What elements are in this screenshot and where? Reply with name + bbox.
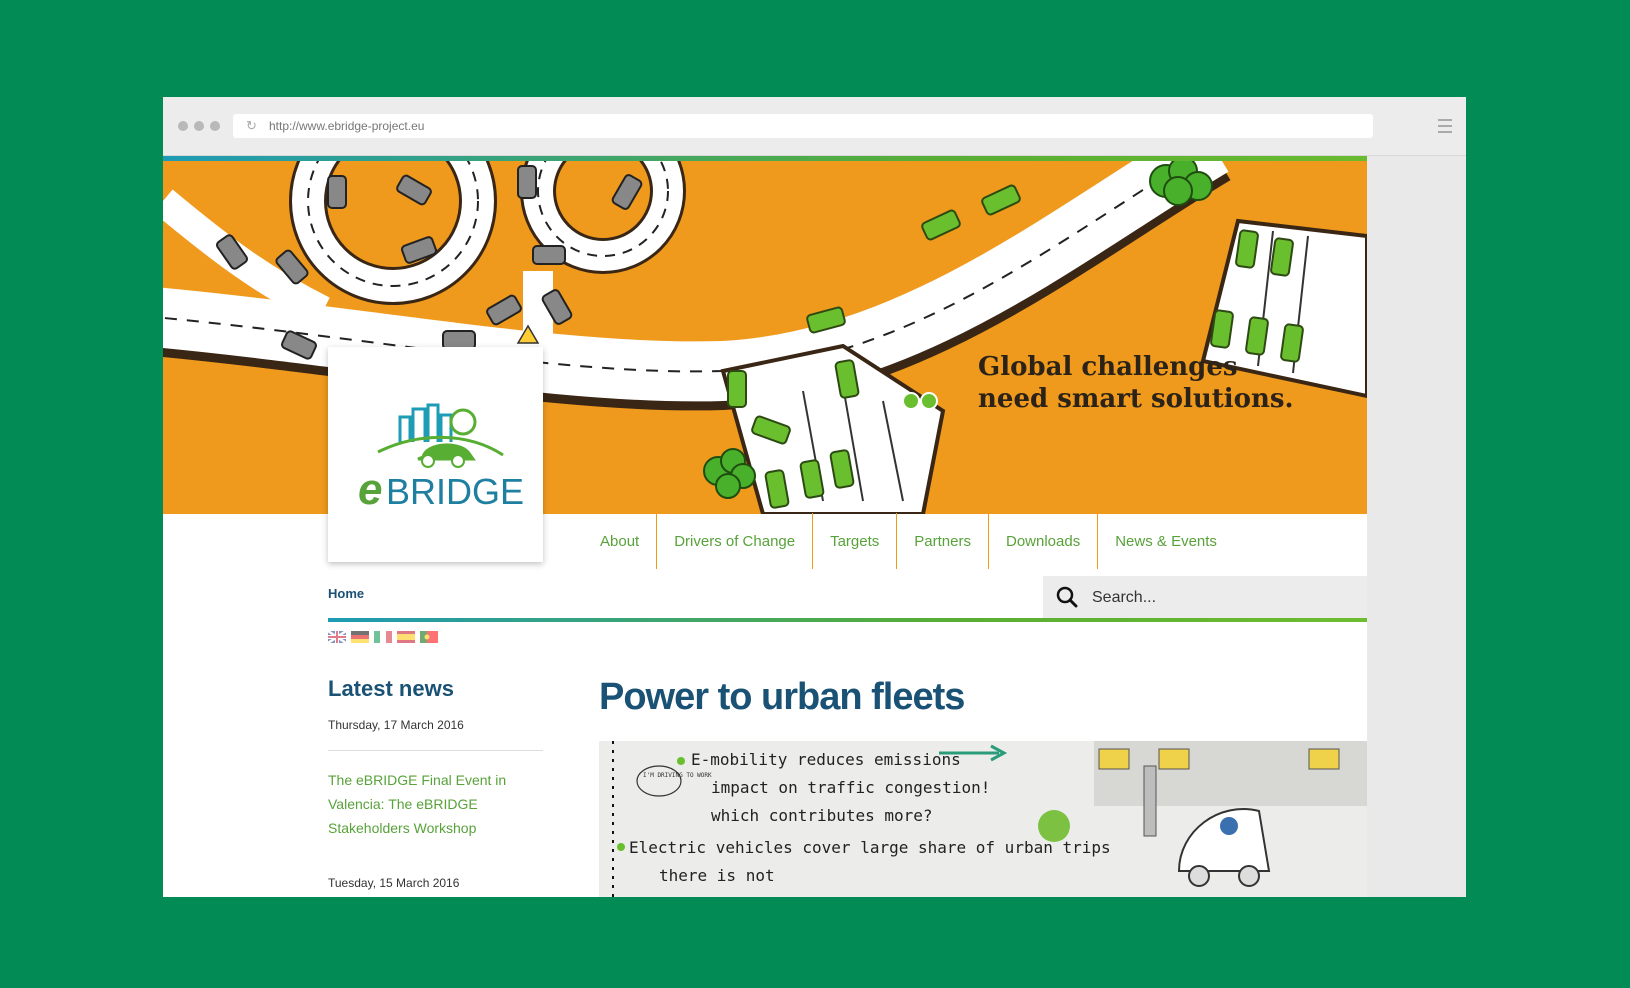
pt-flag-icon[interactable] <box>420 631 438 643</box>
it-flag-icon[interactable] <box>374 631 392 643</box>
nav-item-drivers-of-change[interactable]: Drivers of Change <box>657 513 814 569</box>
nav-item-partners[interactable]: Partners <box>897 513 989 569</box>
browser-window: ↻ http://www.ebridge-project.eu Global c… <box>163 97 1466 897</box>
search-input[interactable] <box>1090 584 1354 612</box>
tagline-line-2: need smart solutions. <box>978 384 1294 414</box>
ebridge-logo-icon: e BRIDGE <box>358 403 524 514</box>
language-selector <box>328 631 438 643</box>
tagline-line-1: Global challenges <box>978 352 1238 382</box>
news-date: Tuesday, 15 March 2016 <box>328 876 460 890</box>
website: Global challenges need smart solutions. <box>163 156 1367 897</box>
news-link[interactable]: The eBRIDGE Final Event in Valencia: The… <box>328 768 538 840</box>
news-divider <box>328 750 543 751</box>
sketch-line-1: E-mobility reduces emissions <box>691 750 961 769</box>
search-icon[interactable] <box>1056 586 1078 608</box>
window-controls <box>178 121 220 131</box>
hero-tagline: Global challenges need smart solutions. <box>978 351 1294 415</box>
sketch-line-2: impact on traffic congestion! <box>711 778 990 797</box>
minimize-window-dot[interactable] <box>194 121 204 131</box>
browser-toolbar: ↻ http://www.ebridge-project.eu <box>163 97 1466 156</box>
site-logo[interactable]: e BRIDGE <box>328 347 543 562</box>
reload-icon[interactable]: ↻ <box>246 119 260 133</box>
browser-menu-icon[interactable] <box>1438 119 1452 133</box>
sketch-line-3: which contributes more? <box>711 806 933 825</box>
sketch-illustration: I'M DRIVING TO WORK E-mobility reduces e… <box>599 741 1367 897</box>
search-box <box>1043 576 1367 618</box>
content-divider-stripe <box>328 618 1367 622</box>
maximize-window-dot[interactable] <box>210 121 220 131</box>
sketch-line-4: Electric vehicles cover large share of u… <box>629 838 1111 857</box>
main-navigation: About Drivers of Change Targets Partners… <box>583 513 1234 569</box>
logo-wordmark: BRIDGE <box>386 471 524 512</box>
nav-item-news-events[interactable]: News & Events <box>1098 513 1234 569</box>
sketch-line-5: there is not <box>659 866 775 885</box>
sketch-speech-bubble: I'M DRIVING TO WORK <box>643 772 712 779</box>
news-date: Thursday, 17 March 2016 <box>328 718 464 732</box>
address-bar[interactable]: ↻ http://www.ebridge-project.eu <box>233 114 1373 138</box>
nav-item-targets[interactable]: Targets <box>813 513 898 569</box>
de-flag-icon[interactable] <box>351 631 369 643</box>
url-text[interactable]: http://www.ebridge-project.eu <box>269 119 424 133</box>
breadcrumb-home[interactable]: Home <box>328 586 364 601</box>
latest-news-heading: Latest news <box>328 676 454 701</box>
nav-item-about[interactable]: About <box>583 513 658 569</box>
close-window-dot[interactable] <box>178 121 188 131</box>
page-title: Power to urban fleets <box>599 676 965 718</box>
es-flag-icon[interactable] <box>397 631 415 643</box>
logo-letter-e: e <box>358 465 382 514</box>
uk-flag-icon[interactable] <box>328 631 346 643</box>
nav-item-downloads[interactable]: Downloads <box>989 513 1099 569</box>
